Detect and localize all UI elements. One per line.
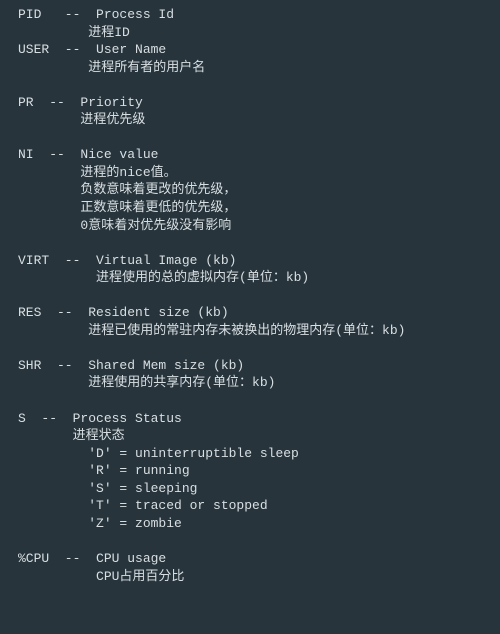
entry-line: 进程使用的总的虚拟内存(单位：kb) xyxy=(18,269,500,287)
content-block: PID -- Process Id 进程IDUSER -- User Name … xyxy=(18,6,500,585)
documentation-pane: PID -- Process Id 进程IDUSER -- User Name … xyxy=(0,0,500,591)
entry-line: 进程优先级 xyxy=(18,111,500,129)
entry-header: SHR -- Shared Mem size (kb) xyxy=(18,357,500,375)
blank-line xyxy=(18,76,500,94)
entry-line: 0意味着对优先级没有影响 xyxy=(18,217,500,235)
entry-header: S -- Process Status xyxy=(18,410,500,428)
entry-line: 正数意味着更低的优先级， xyxy=(18,199,500,217)
entry-line: 进程状态 xyxy=(18,427,500,445)
entry-header: PR -- Priority xyxy=(18,94,500,112)
entry-header: VIRT -- Virtual Image (kb) xyxy=(18,252,500,270)
entry-line: 负数意味着更改的优先级， xyxy=(18,181,500,199)
entry-line: 进程ID xyxy=(18,24,500,42)
blank-line xyxy=(18,129,500,147)
blank-line xyxy=(18,287,500,305)
blank-line xyxy=(18,532,500,550)
entry-line: 'D' = uninterruptible sleep xyxy=(18,445,500,463)
entry-line: 'T' = traced or stopped xyxy=(18,497,500,515)
entry-line: 'S' = sleeping xyxy=(18,480,500,498)
entry-line: 进程已使用的常驻内存未被换出的物理内存(单位：kb) xyxy=(18,322,500,340)
entry-header: %CPU -- CPU usage xyxy=(18,550,500,568)
blank-line xyxy=(18,392,500,410)
entry-header: USER -- User Name xyxy=(18,41,500,59)
blank-line xyxy=(18,339,500,357)
entry-line: 'R' = running xyxy=(18,462,500,480)
entry-line: 进程的nice值。 xyxy=(18,164,500,182)
entry-header: PID -- Process Id xyxy=(18,6,500,24)
entry-line: 进程使用的共享内存(单位：kb) xyxy=(18,374,500,392)
entry-header: NI -- Nice value xyxy=(18,146,500,164)
entry-line: CPU占用百分比 xyxy=(18,568,500,586)
entry-line: 进程所有者的用户名 xyxy=(18,59,500,77)
entry-line: 'Z' = zombie xyxy=(18,515,500,533)
blank-line xyxy=(18,234,500,252)
entry-header: RES -- Resident size (kb) xyxy=(18,304,500,322)
